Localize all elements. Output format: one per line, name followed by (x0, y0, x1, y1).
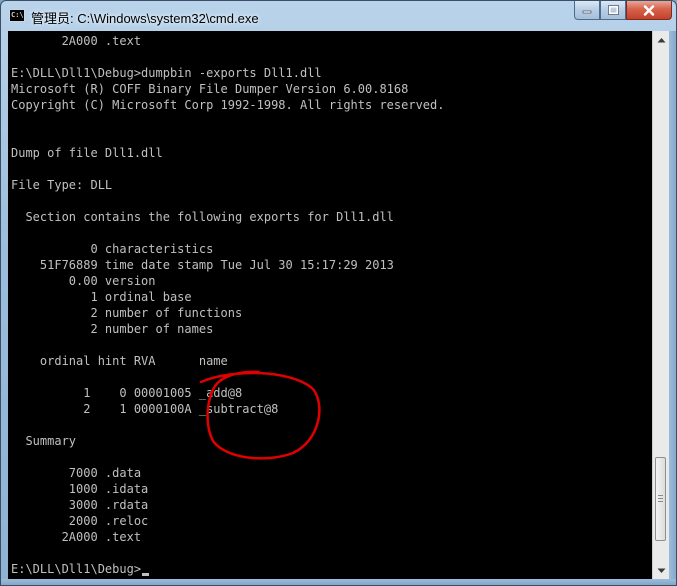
cmd-window: C:\ 管理员: C:\Windows\system32\cmd.exe 2A0… (0, 0, 677, 586)
red-circle-annotation (199, 370, 321, 460)
